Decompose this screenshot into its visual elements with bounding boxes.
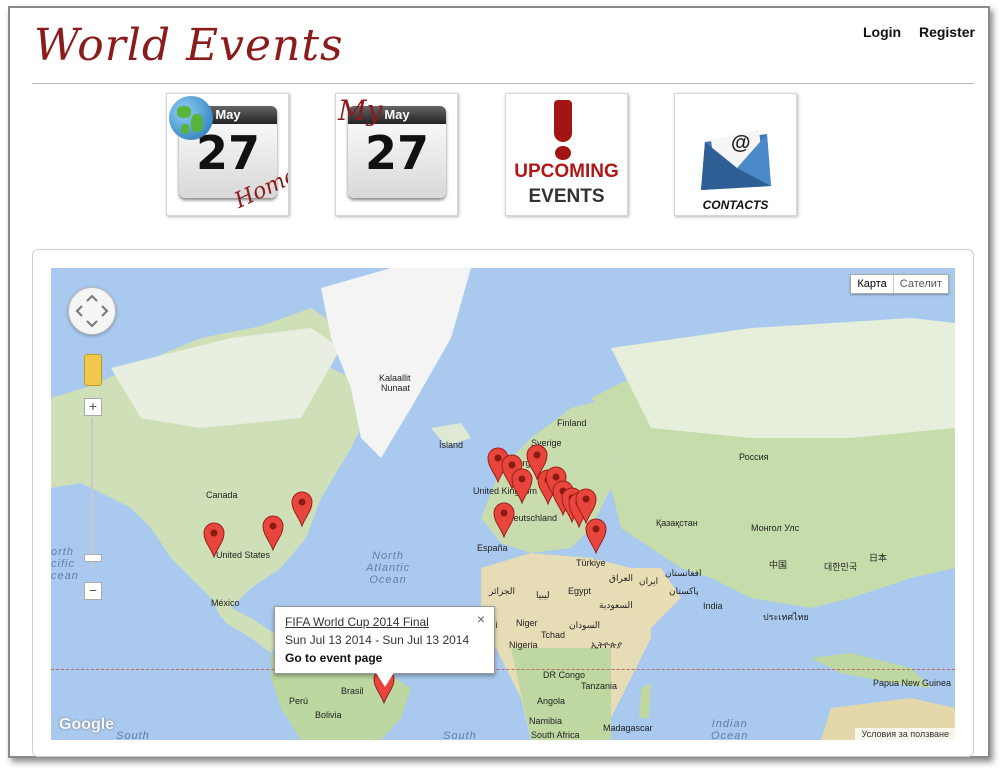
- map-label: Perú: [289, 696, 309, 706]
- calendar-day: 27: [364, 126, 429, 180]
- nav-home-tile[interactable]: May 27 Home: [166, 93, 289, 216]
- ocean-label-line: Ocean: [711, 730, 749, 740]
- map-label: Papua New Guinea: [873, 678, 952, 688]
- map-marker-icon[interactable]: [262, 515, 284, 552]
- map-label: Ísland: [439, 440, 464, 450]
- ocean-label-line: Ocean: [369, 574, 407, 586]
- go-to-event-link[interactable]: Go to event page: [285, 651, 382, 665]
- map-label: México: [211, 598, 240, 608]
- ocean-label-line: Atlantic: [366, 562, 411, 574]
- map-label: Angola: [537, 696, 566, 706]
- event-dates: Sun Jul 13 2014 - Sun Jul 13 2014: [285, 633, 470, 647]
- upcoming-label: UPCOMING: [514, 161, 619, 182]
- zoom-slider-handle[interactable]: [84, 554, 102, 562]
- ocean-label: South: [443, 730, 477, 740]
- my-script-text: My: [338, 94, 383, 127]
- nav-upcoming-events-tile[interactable]: UPCOMING EVENTS: [505, 93, 628, 216]
- map-label: DR Congo: [543, 670, 586, 680]
- ocean-label: South: [116, 730, 150, 740]
- pan-control[interactable]: [68, 287, 116, 335]
- map-label: افغانستان: [665, 568, 702, 578]
- ocean-label-line: cific: [51, 558, 75, 570]
- map-type-control: Карта Сателит: [850, 274, 949, 294]
- header-divider: [32, 83, 974, 84]
- ocean-label-line: North: [372, 550, 404, 562]
- map-label: Egypt: [568, 586, 592, 596]
- google-logo: Google: [59, 716, 115, 733]
- ocean-label: Indian Ocean: [711, 718, 748, 740]
- ocean-label-line: cean: [51, 570, 79, 582]
- map-label: 대한민국: [824, 562, 858, 572]
- map-label: Canada: [206, 490, 238, 500]
- contacts-label: CONTACTS: [702, 198, 769, 212]
- map-label: Tchad: [541, 630, 566, 640]
- map-marker-icon[interactable]: [291, 491, 313, 528]
- map-label: Kalaallit: [379, 373, 411, 383]
- map-label: 中国: [769, 560, 788, 570]
- map-label: Finland: [557, 418, 587, 428]
- map-marker-icon[interactable]: [493, 502, 515, 539]
- map-label: Монгол Улс: [751, 523, 800, 533]
- world-map[interactable]: Карта Сателит + − Kalaallit Nunaat Íslan…: [51, 268, 955, 740]
- zoom-out-button[interactable]: −: [84, 582, 102, 600]
- ocean-label: North Atlantic Ocean: [366, 550, 410, 586]
- map-marker-icon[interactable]: [585, 518, 607, 555]
- nav-my-events-tile[interactable]: May 27 My: [335, 93, 458, 216]
- map-label: السعودية: [599, 600, 633, 610]
- login-link[interactable]: Login: [863, 24, 901, 40]
- site-logo[interactable]: World Events: [34, 20, 344, 71]
- close-icon[interactable]: ×: [477, 611, 485, 627]
- map-label: Tanzania: [581, 681, 618, 691]
- ocean-label-line: orth: [51, 546, 74, 558]
- map-label: Nunaat: [381, 383, 411, 393]
- globe-icon: [169, 96, 213, 140]
- equator-line: [51, 669, 955, 670]
- event-info-window: FIFA World Cup 2014 Final Sun Jul 13 201…: [274, 606, 495, 674]
- map-label: ایران: [639, 576, 659, 586]
- map-type-map-button[interactable]: Карта: [851, 275, 894, 293]
- map-label: India: [703, 601, 723, 611]
- map-label: ประเทศไทย: [763, 612, 809, 622]
- map-label: España: [477, 543, 508, 553]
- map-label: السودان: [569, 620, 601, 630]
- street-view-pegman-icon[interactable]: [84, 354, 102, 386]
- register-link[interactable]: Register: [919, 24, 975, 40]
- nav-contacts-tile[interactable]: @ CONTACTS: [674, 93, 797, 216]
- map-terms-link[interactable]: Условия за ползване: [855, 728, 955, 740]
- info-window-tail: [375, 671, 395, 687]
- ocean-label: orth cific cean: [51, 546, 79, 582]
- map-label: Niger: [516, 618, 538, 628]
- map-label: Bolivia: [315, 710, 342, 720]
- pan-arrows-icon: [75, 294, 109, 328]
- map-label: South Africa: [531, 730, 580, 740]
- at-symbol: @: [731, 132, 751, 154]
- map-label: Namibia: [529, 716, 563, 726]
- map-label: العراق: [609, 573, 634, 583]
- exclamation-icon: [554, 100, 572, 142]
- map-label: Madagascar: [603, 723, 653, 733]
- map-label: الجزائر: [489, 586, 515, 596]
- zoom-slider-track[interactable]: [91, 418, 93, 568]
- map-label: ኢትዮጵያ: [591, 640, 623, 650]
- map-label: ليبيا: [536, 590, 550, 600]
- exclamation-dot: [555, 146, 571, 160]
- auth-links: Login Register: [849, 24, 975, 40]
- event-title-link[interactable]: FIFA World Cup 2014 Final: [285, 615, 429, 629]
- map-label: Nigeria: [509, 640, 538, 650]
- map-marker-icon[interactable]: [203, 522, 225, 559]
- map-label: پاکستان: [669, 586, 699, 596]
- ocean-label-line: Indian: [711, 718, 748, 730]
- events-label: EVENTS: [528, 186, 605, 207]
- map-label: Қазақстан: [656, 518, 698, 528]
- map-label: Brasil: [341, 686, 364, 696]
- map-label: Россия: [739, 452, 769, 462]
- map-label: Türkiye: [576, 558, 606, 568]
- map-label: 日本: [869, 553, 888, 563]
- map-type-satellite-button[interactable]: Сателит: [894, 275, 948, 293]
- zoom-in-button[interactable]: +: [84, 398, 102, 416]
